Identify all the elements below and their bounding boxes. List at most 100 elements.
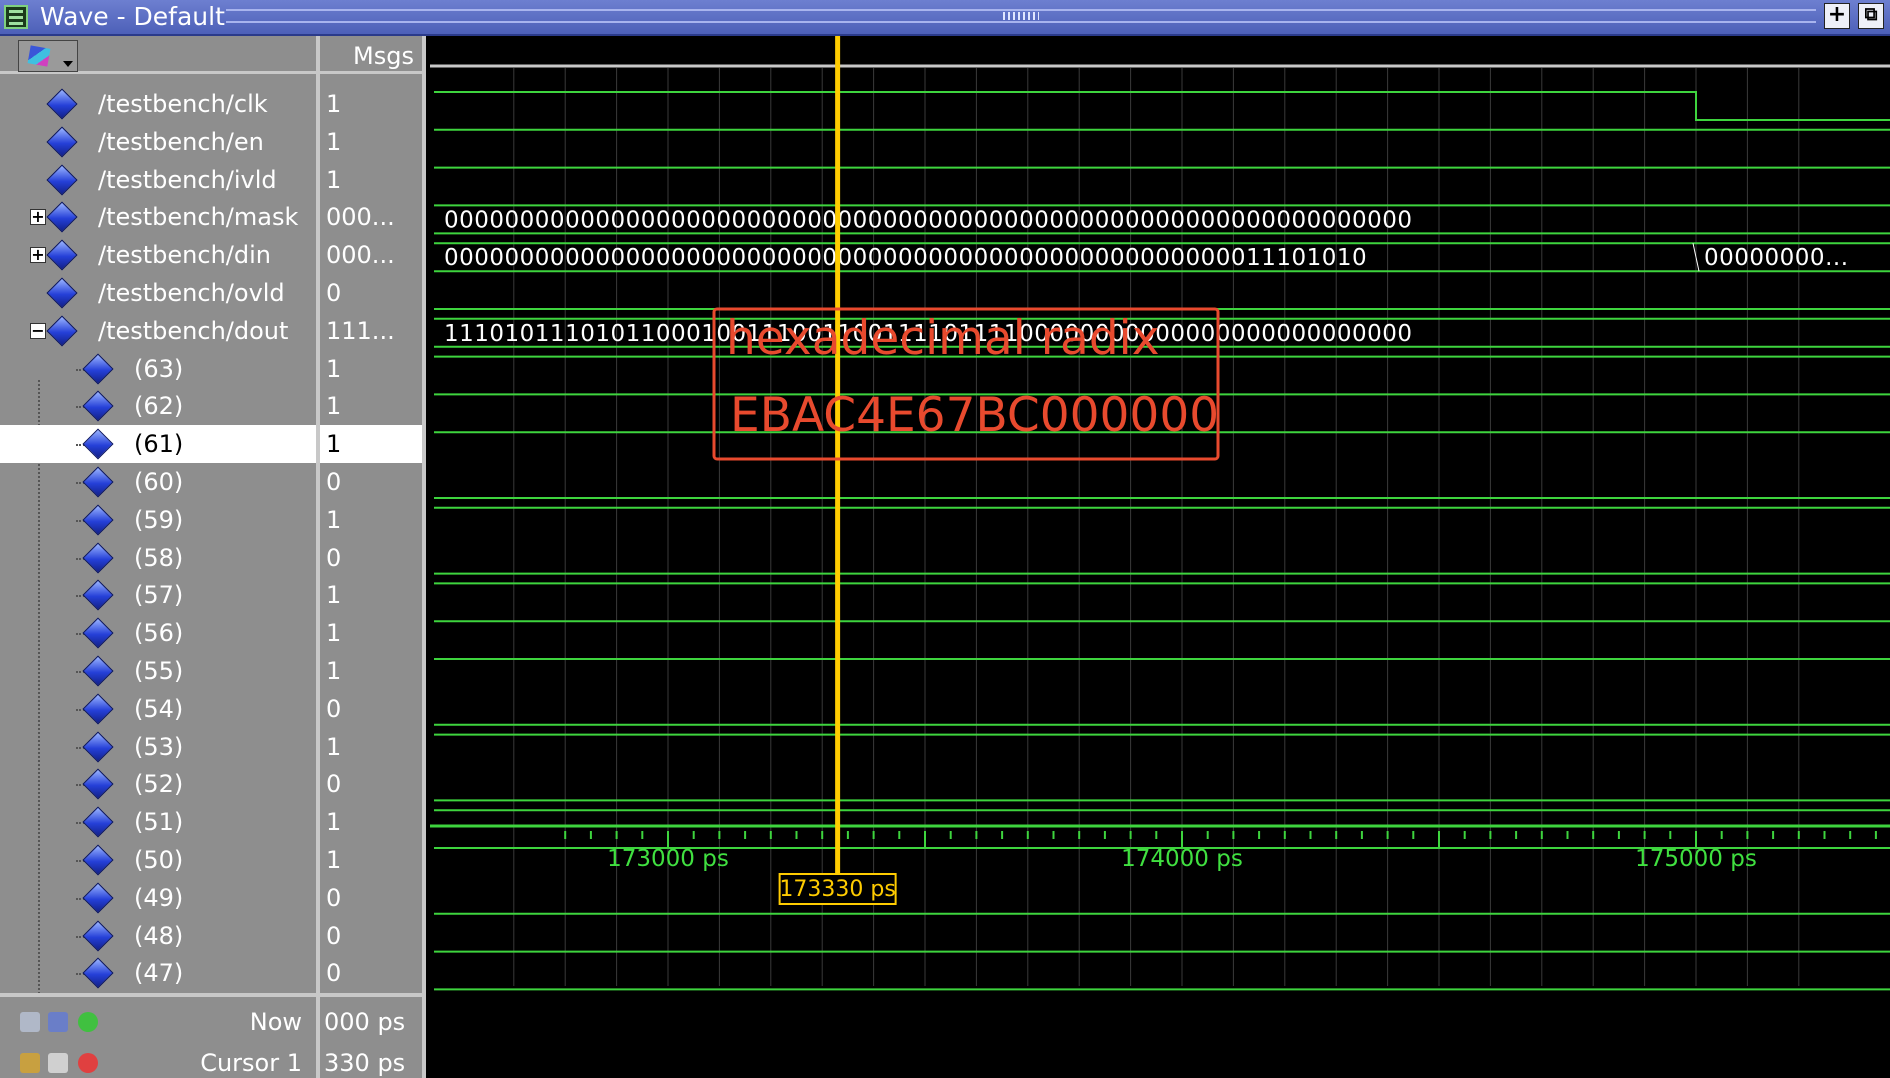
time-tick-label: 175000 ps — [1635, 846, 1757, 872]
signal-diamond-icon — [82, 731, 114, 763]
titlebar-drag-grip[interactable] — [226, 9, 1816, 23]
monitor-icon[interactable] — [48, 1012, 68, 1032]
signal-value: 1 — [326, 846, 342, 874]
signal-value: 1 — [326, 505, 342, 534]
dock-button[interactable]: + — [1824, 3, 1850, 29]
bus-value-label: 0000000000000000000000000000000000000000… — [444, 207, 1413, 233]
window-title: Wave - Default — [40, 2, 225, 31]
signal-row[interactable]: (55) — [0, 652, 316, 690]
signal-row[interactable]: (47) — [0, 954, 316, 992]
signal-waveform — [434, 91, 1890, 121]
signal-row[interactable]: /testbench/en — [0, 123, 316, 161]
signal-row[interactable]: (52) — [0, 765, 316, 803]
tools-icon[interactable] — [20, 1012, 40, 1032]
undock-button[interactable]: ⧉ — [1858, 3, 1884, 29]
signal-row[interactable]: (61) — [0, 425, 316, 464]
signal-value: 0 — [326, 883, 342, 912]
signal-diamond-icon — [82, 504, 114, 536]
signal-name: /testbench/ivld — [98, 165, 277, 194]
signal-name: (52) — [134, 770, 184, 799]
signal-row[interactable]: (49) — [0, 879, 316, 917]
signal-value: 1 — [326, 127, 342, 156]
signal-value: 1 — [326, 657, 342, 685]
signal-diamond-icon — [82, 655, 114, 687]
signal-name: (49) — [134, 883, 184, 912]
signal-row[interactable]: /testbench/clk — [0, 85, 316, 123]
time-tick-label: 174000 ps — [1121, 846, 1243, 872]
signal-name: (56) — [134, 619, 184, 648]
signal-value: 0 — [326, 279, 342, 307]
edit-cursor-icon[interactable] — [48, 1053, 68, 1073]
signal-value: 0 — [326, 770, 342, 799]
signal-row[interactable]: (62) — [0, 387, 316, 425]
signal-name: /testbench/dout — [98, 316, 289, 345]
signal-name: /testbench/din — [98, 241, 271, 270]
waveform-canvas[interactable]: 0000000000000000000000000000000000000000… — [430, 36, 1890, 1078]
signal-row[interactable]: (56) — [0, 614, 316, 652]
signal-row[interactable]: (51) — [0, 803, 316, 841]
expand-icon[interactable]: + — [30, 209, 46, 226]
signal-diamond-icon — [82, 466, 114, 498]
annotation-line2: EBAC4E67BC000000 — [730, 388, 1219, 443]
signal-name: (48) — [134, 921, 184, 950]
signal-row[interactable]: − /testbench/dout — [0, 312, 316, 350]
expand-icon[interactable]: + — [30, 247, 46, 264]
cursor-time-label: 173330 ps — [779, 877, 895, 902]
signal-name: (57) — [134, 581, 184, 610]
signal-row[interactable]: (60) — [0, 463, 316, 501]
signal-names-pane: /testbench/clk/testbench/en/testbench/iv… — [0, 36, 320, 1078]
signal-diamond-icon — [82, 882, 114, 914]
signal-row[interactable]: (48) — [0, 917, 316, 955]
signal-diamond-icon — [46, 239, 78, 271]
signal-row[interactable]: (54) — [0, 690, 316, 728]
cursor-names-area: Now Cursor 1 — [0, 993, 316, 1078]
now-value: 000 ps — [324, 1008, 406, 1036]
signal-value: 111... — [326, 316, 395, 345]
signal-diamond-icon — [82, 957, 114, 989]
signal-name: (63) — [134, 354, 184, 383]
signal-row[interactable]: (58) — [0, 539, 316, 577]
time-tick-label: 173000 ps — [607, 846, 729, 872]
names-header — [0, 36, 316, 74]
wave-toolbar-dropdown[interactable] — [18, 40, 78, 72]
window-titlebar: Wave - Default + ⧉ — [0, 0, 1890, 36]
signal-name: (53) — [134, 732, 184, 761]
delete-cursor-icon[interactable] — [78, 1053, 98, 1073]
signal-row[interactable]: + /testbench/din — [0, 236, 316, 274]
signal-value: 1 — [326, 165, 342, 194]
annotation-line1: hexadecimal radix — [726, 311, 1160, 366]
signal-value: 0 — [326, 694, 342, 723]
signal-row[interactable]: (53) — [0, 728, 316, 766]
signal-row[interactable]: + /testbench/mask — [0, 198, 316, 236]
signal-diamond-icon — [82, 806, 114, 838]
add-cursor-icon[interactable] — [78, 1012, 98, 1032]
bus-value-label: 0000000000000000000000000000000000000000… — [444, 245, 1367, 271]
signal-value: 1 — [326, 808, 342, 837]
signal-row[interactable]: (50) — [0, 841, 316, 879]
signal-name: (58) — [134, 543, 184, 572]
collapse-icon[interactable]: − — [30, 322, 46, 339]
signal-diamond-icon — [82, 428, 114, 460]
signal-value: 1 — [326, 619, 342, 648]
signal-name: (47) — [134, 959, 184, 988]
signal-diamond-icon — [82, 617, 114, 649]
cursor-value: 330 ps — [324, 1049, 406, 1077]
signal-values-pane: Msgs 1 1 1 000... 000... 0 111... 1 1 1 0 1 0 1 1 1 0 1 0 1… — [320, 36, 426, 1078]
signal-row[interactable]: (59) — [0, 501, 316, 539]
signal-diamond-icon — [46, 126, 78, 158]
signal-name: (55) — [134, 657, 184, 685]
msgs-header-label: Msgs — [353, 42, 414, 70]
signal-name: /testbench/en — [98, 127, 264, 156]
waveform-pane[interactable]: 0000000000000000000000000000000000000000… — [430, 36, 1890, 1078]
signal-name: (62) — [134, 392, 184, 421]
signal-row[interactable]: (57) — [0, 576, 316, 614]
signal-row[interactable]: /testbench/ovld — [0, 274, 316, 312]
signal-value: 1 — [326, 581, 342, 610]
lock-icon[interactable] — [20, 1053, 40, 1073]
signal-name: (60) — [134, 468, 184, 496]
signal-value: 1 — [326, 354, 342, 383]
signal-row[interactable]: /testbench/ivld — [0, 161, 316, 199]
signal-row[interactable]: (63) — [0, 350, 316, 388]
signal-name: (61) — [134, 430, 184, 459]
signal-name: /testbench/clk — [98, 90, 268, 118]
